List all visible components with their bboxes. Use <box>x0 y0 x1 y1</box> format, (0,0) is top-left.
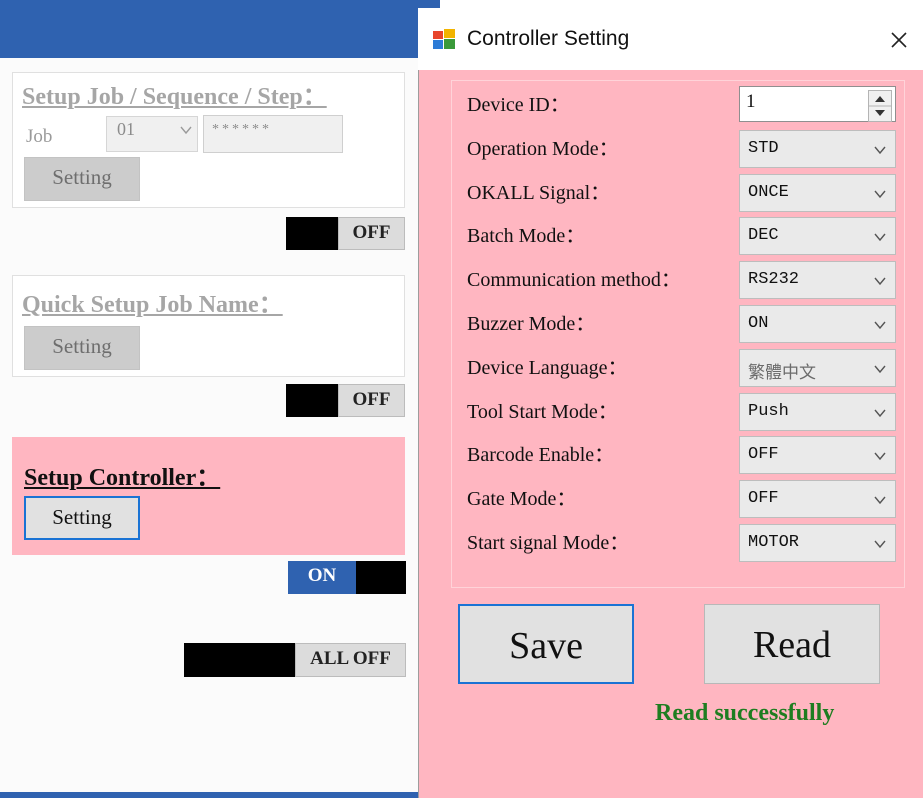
chevron-down-icon <box>874 233 886 242</box>
chevron-down-icon <box>874 452 886 461</box>
status-message: Read successfully <box>655 700 835 726</box>
app-window-icon <box>433 29 455 49</box>
field-value: 1 <box>746 91 756 112</box>
field-label: Buzzer Mode： <box>467 313 596 335</box>
field-select[interactable]: DEC <box>739 217 896 255</box>
field-select[interactable]: ON <box>739 305 896 343</box>
quick-toggle-off[interactable]: OFF <box>338 384 405 417</box>
field-label: Tool Start Mode： <box>467 401 618 423</box>
chevron-down-icon <box>180 126 192 135</box>
controller-setting-button[interactable]: Setting <box>24 496 140 540</box>
field-value: RS232 <box>748 270 800 289</box>
dialog-title: Controller Setting <box>467 27 630 50</box>
job-password-field[interactable]: ****** <box>203 115 343 153</box>
field-value: MOTOR <box>748 533 800 552</box>
device-id-spinner[interactable]: 1 <box>739 86 896 122</box>
close-icon[interactable] <box>887 28 911 52</box>
spinner-arrows-icon[interactable] <box>868 90 892 122</box>
job-select-value: 01 <box>117 119 135 139</box>
read-button[interactable]: Read <box>704 604 880 684</box>
field-select[interactable]: 繁體中文 <box>739 349 896 387</box>
field-value: Push <box>748 402 789 421</box>
field-value: 繁體中文 <box>748 363 816 383</box>
chevron-down-icon <box>874 540 886 549</box>
controller-toggle-track[interactable] <box>356 561 406 594</box>
field-label: Gate Mode： <box>467 488 577 510</box>
field-value: DEC <box>748 226 779 245</box>
field-select[interactable]: ONCE <box>739 174 896 212</box>
chevron-down-icon <box>874 496 886 505</box>
quick-setting-button[interactable]: Setting <box>24 326 140 370</box>
field-select[interactable]: OFF <box>739 436 896 474</box>
chevron-down-icon <box>874 365 886 374</box>
all-off-button[interactable]: ALL OFF <box>295 643 406 677</box>
field-value: ONCE <box>748 183 789 202</box>
field-select[interactable]: OFF <box>739 480 896 518</box>
quick-group-title: Quick Setup Job Name： <box>22 292 283 318</box>
quick-toggle-track[interactable] <box>286 384 338 417</box>
field-value: OFF <box>748 445 779 464</box>
field-label: Batch Mode： <box>467 225 586 247</box>
job-toggle-off[interactable]: OFF <box>338 217 405 250</box>
field-select[interactable]: Push <box>739 393 896 431</box>
field-value: OFF <box>748 489 779 508</box>
field-select[interactable]: MOTOR <box>739 524 896 562</box>
chevron-down-icon <box>874 277 886 286</box>
field-label: Start signal Mode： <box>467 532 630 554</box>
field-select[interactable]: RS232 <box>739 261 896 299</box>
save-button[interactable]: Save <box>458 604 634 684</box>
field-value: STD <box>748 139 779 158</box>
chevron-down-icon <box>874 321 886 330</box>
controller-group-title: Setup Controller： <box>24 465 221 491</box>
job-setting-button[interactable]: Setting <box>24 157 140 201</box>
job-label: Job <box>26 126 53 147</box>
field-value: ON <box>748 314 769 333</box>
field-label: Communication method： <box>467 269 681 291</box>
chevron-down-icon <box>874 409 886 418</box>
controller-toggle-on[interactable]: ON <box>288 561 356 594</box>
field-select[interactable]: STD <box>739 130 896 168</box>
chevron-down-icon <box>874 146 886 155</box>
all-off-toggle-track[interactable] <box>184 643 295 677</box>
chevron-down-icon <box>874 190 886 199</box>
field-label: Barcode Enable： <box>467 444 615 466</box>
field-label: Device Language： <box>467 357 628 379</box>
left-window-titlebar <box>0 0 440 58</box>
job-group-title: Setup Job / Sequence / Step： <box>22 84 327 110</box>
field-label: OKALL Signal： <box>467 182 611 204</box>
left-window-bottom-border <box>0 792 418 798</box>
job-select[interactable]: 01 <box>106 116 198 152</box>
field-label: Device ID： <box>467 94 570 116</box>
job-toggle-track[interactable] <box>286 217 338 250</box>
field-label: Operation Mode： <box>467 138 619 160</box>
